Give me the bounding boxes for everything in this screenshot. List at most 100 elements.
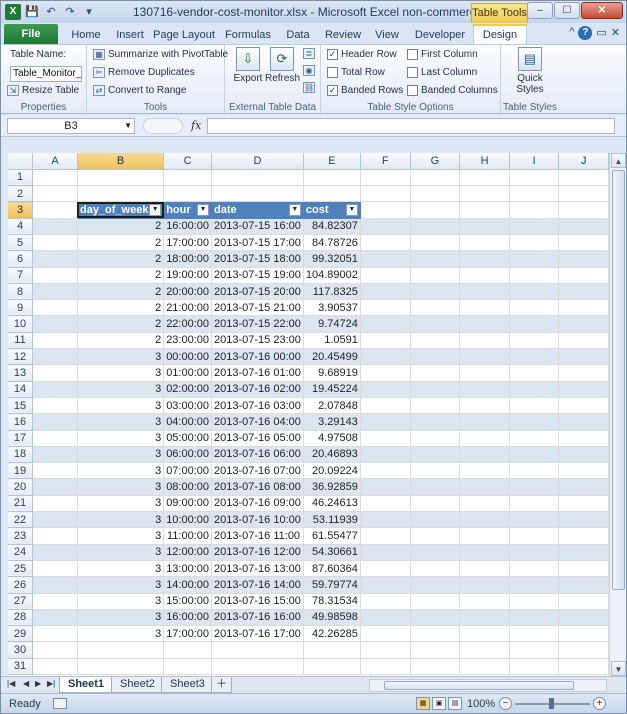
cell[interactable] [459, 462, 510, 480]
table-data-cell[interactable]: 2 [77, 218, 165, 235]
table-data-cell[interactable]: 08:00:00 [163, 478, 213, 496]
table-data-cell[interactable]: 2013-07-16 07:00 [211, 462, 304, 480]
table-data-cell[interactable]: 104.89002 [303, 267, 361, 284]
cell[interactable] [459, 430, 510, 447]
cell[interactable] [558, 495, 609, 513]
table-data-cell[interactable]: 16:00:00 [163, 609, 213, 627]
table-data-cell[interactable]: 2013-07-16 16:00 [211, 609, 304, 627]
cell[interactable] [32, 544, 78, 561]
cell[interactable] [32, 511, 78, 529]
cell[interactable] [459, 478, 510, 496]
row-header[interactable]: 30 [8, 641, 34, 659]
table-data-cell[interactable]: 36.92859 [303, 478, 361, 496]
cell[interactable] [360, 234, 411, 252]
row-header[interactable]: 21 [8, 495, 34, 513]
table-data-cell[interactable]: 20.46893 [303, 446, 361, 464]
cell[interactable] [360, 364, 411, 382]
row-header[interactable]: 19 [8, 462, 34, 480]
cell[interactable] [360, 218, 411, 235]
cell[interactable] [32, 430, 78, 447]
row-header[interactable]: 15 [8, 397, 34, 415]
cell[interactable] [558, 201, 609, 219]
cell[interactable] [509, 348, 560, 366]
column-header-g[interactable]: G [410, 153, 461, 170]
tab-design[interactable]: Design [473, 24, 527, 44]
cell[interactable] [410, 462, 461, 480]
formula-input[interactable] [207, 118, 615, 134]
minimize-ribbon-icon[interactable]: ^ [569, 26, 574, 40]
properties-small-button[interactable]: ≣ [303, 48, 315, 59]
convert-range-button[interactable]: ⇄ Convert to Range [93, 85, 186, 96]
cell[interactable] [509, 593, 560, 610]
cell[interactable] [459, 609, 510, 627]
row-header[interactable]: 18 [8, 446, 34, 464]
column-header-e[interactable]: E [303, 153, 361, 170]
cell[interactable] [558, 576, 609, 594]
table-data-cell[interactable]: 01:00:00 [163, 364, 213, 382]
row-header[interactable]: 3 [8, 201, 34, 219]
cell[interactable] [360, 381, 411, 398]
remove-duplicates-button[interactable]: ✂ Remove Duplicates [93, 67, 195, 78]
table-data-cell[interactable]: 2013-07-16 11:00 [211, 527, 304, 545]
filter-dropdown-icon[interactable]: ▼ [149, 204, 162, 217]
table-data-cell[interactable]: 2 [77, 250, 165, 268]
cell[interactable] [558, 364, 609, 382]
table-header-cell[interactable]: cost ▼ [303, 201, 361, 219]
save-icon[interactable]: 💾 [24, 4, 40, 20]
table-data-cell[interactable]: 2013-07-15 23:00 [211, 332, 304, 350]
table-data-cell[interactable]: 2013-07-16 00:00 [211, 348, 304, 366]
cell[interactable] [558, 283, 609, 301]
table-data-cell[interactable]: 2013-07-15 19:00 [211, 267, 304, 284]
scroll-up-icon[interactable]: ▲ [611, 153, 626, 168]
cell[interactable] [459, 332, 510, 350]
cell[interactable] [410, 641, 461, 659]
table-data-cell[interactable]: 46.24613 [303, 495, 361, 513]
row-header[interactable]: 2 [8, 185, 34, 203]
sheet-tab-sheet2[interactable]: Sheet2 [111, 677, 164, 693]
filter-dropdown-icon[interactable]: ▼ [197, 204, 210, 217]
cell[interactable] [558, 625, 609, 643]
page-break-view-icon[interactable]: ▤ [448, 697, 462, 710]
table-data-cell[interactable]: 20.09224 [303, 462, 361, 480]
cell[interactable] [509, 544, 560, 561]
cell[interactable] [410, 609, 461, 627]
table-data-cell[interactable]: 3 [77, 544, 165, 561]
cell[interactable] [410, 381, 461, 398]
table-data-cell[interactable]: 2013-07-16 17:00 [211, 625, 304, 643]
cell[interactable] [32, 413, 78, 431]
table-data-cell[interactable]: 17:00:00 [163, 234, 213, 252]
tab-review[interactable]: Review [321, 26, 365, 44]
tab-view[interactable]: View [369, 26, 405, 44]
cell[interactable] [32, 332, 78, 350]
cell[interactable] [558, 527, 609, 545]
cell[interactable] [77, 169, 165, 187]
tab-insert[interactable]: Insert [107, 26, 153, 44]
cell[interactable] [32, 397, 78, 415]
cell[interactable] [558, 478, 609, 496]
cell[interactable] [509, 218, 560, 235]
banded-rows-checkbox[interactable]: ✓ [327, 85, 338, 96]
table-data-cell[interactable]: 2013-07-16 13:00 [211, 560, 304, 578]
cell[interactable] [558, 169, 609, 187]
table-data-cell[interactable]: 2013-07-16 02:00 [211, 381, 304, 398]
name-box-dropdown-icon[interactable]: ▼ [124, 119, 132, 133]
column-header-a[interactable]: A [32, 153, 78, 170]
cell[interactable] [163, 185, 213, 203]
cell[interactable] [360, 169, 411, 187]
row-header[interactable]: 7 [8, 267, 34, 284]
cell[interactable] [459, 185, 510, 203]
cell[interactable] [32, 348, 78, 366]
cell[interactable] [459, 641, 510, 659]
table-data-cell[interactable]: 2013-07-15 20:00 [211, 283, 304, 301]
cell[interactable] [558, 609, 609, 627]
cell[interactable] [509, 625, 560, 643]
tab-home[interactable]: Home [63, 26, 109, 44]
cell[interactable] [558, 234, 609, 252]
undo-icon[interactable]: ↶ [43, 4, 59, 20]
cell[interactable] [303, 658, 361, 676]
cell[interactable] [410, 267, 461, 284]
cell[interactable] [360, 299, 411, 317]
cell[interactable] [410, 625, 461, 643]
tab-formulas[interactable]: Formulas [221, 26, 275, 44]
close-workbook-icon[interactable]: ✕ [611, 26, 620, 40]
